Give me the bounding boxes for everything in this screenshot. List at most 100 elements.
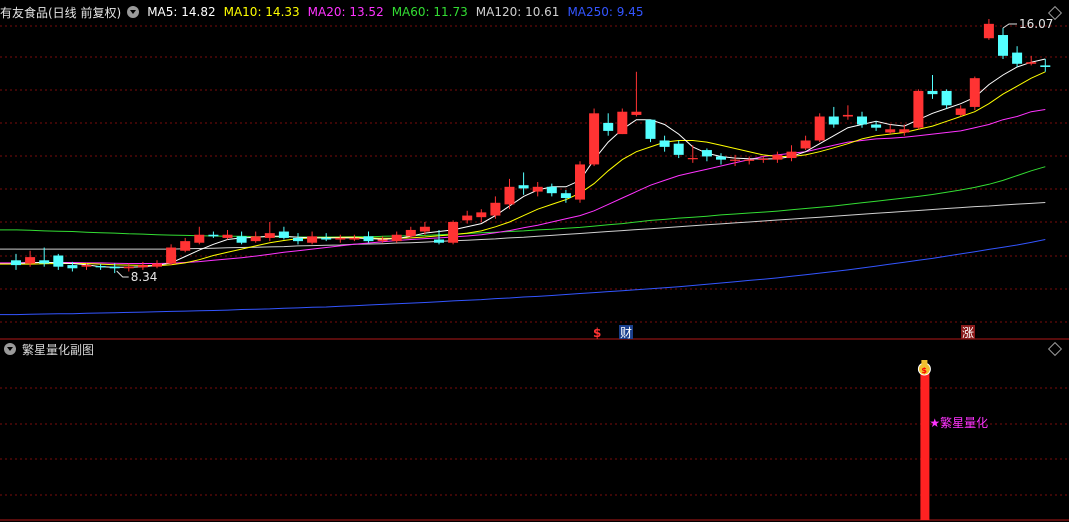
candle-body xyxy=(448,221,459,243)
candle-body xyxy=(434,239,444,243)
candle-body xyxy=(546,186,557,194)
dollar-marker: $ xyxy=(593,326,601,340)
candle-body xyxy=(264,233,275,238)
chart-stage: 16.07 8.34 $ 财 涨 $ ★繁星量化 有友食品(日线 前复权) MA5: 14.… xyxy=(0,0,1069,522)
candle-body xyxy=(321,237,332,240)
candle-body xyxy=(969,78,980,107)
money-bag-symbol: $ xyxy=(921,366,927,375)
signal-bar xyxy=(920,372,930,520)
candle-body xyxy=(391,234,402,242)
ma20-value: MA20: 13.52 xyxy=(307,5,384,19)
candle-body xyxy=(744,159,755,161)
candle-body xyxy=(363,236,374,242)
zhang-marker: 涨 xyxy=(962,325,974,340)
low-label: 8.34 xyxy=(131,270,158,284)
high-label: 16.07 xyxy=(1019,17,1053,31)
candle-body xyxy=(25,257,36,264)
candle-body xyxy=(11,260,21,266)
candle-body xyxy=(462,215,473,221)
ma60-value: MA60: 11.73 xyxy=(391,5,468,19)
candle-body xyxy=(166,247,177,264)
sub-settings-icon[interactable] xyxy=(4,343,16,355)
candle-body xyxy=(293,237,303,242)
candle-body xyxy=(631,111,642,115)
money-bag-top xyxy=(921,360,928,364)
candle-body xyxy=(645,119,656,139)
candle-body xyxy=(53,255,64,267)
candle-body xyxy=(998,35,1008,56)
candle-body xyxy=(504,186,515,205)
candle-body xyxy=(476,212,487,218)
candle-body xyxy=(758,158,769,160)
candle-body xyxy=(786,151,797,159)
candle-body xyxy=(871,124,882,128)
candle-body xyxy=(419,226,430,232)
low-pointer xyxy=(116,270,129,278)
candle-body xyxy=(800,140,811,149)
candle-body xyxy=(39,260,50,264)
ma120-value: MA120: 10.61 xyxy=(475,5,560,19)
candle-body xyxy=(152,263,162,267)
ma250-value: MA250: 9.45 xyxy=(567,5,644,19)
chart-header: 有友食品(日线 前复权) MA5: 14.82 MA10: 14.33 MA20… xyxy=(0,3,651,21)
candle-body xyxy=(716,156,726,160)
ma-line-ma20 xyxy=(15,109,1046,264)
candle-body xyxy=(701,150,712,157)
candle-body xyxy=(575,164,585,200)
candle-body xyxy=(1040,65,1051,67)
candle-body xyxy=(81,265,92,267)
candle-body xyxy=(109,266,120,269)
stock-title: 有友食品(日线 前复权) xyxy=(0,5,122,20)
candle-body xyxy=(885,129,896,133)
candle-body xyxy=(335,237,346,240)
candle-body xyxy=(278,231,289,238)
cai-marker: 财 xyxy=(620,326,632,340)
candle-body xyxy=(532,186,543,192)
candle-body xyxy=(123,266,134,269)
sub-panel-header: 繁星量化副图 xyxy=(0,341,94,357)
ma-settings-icon[interactable] xyxy=(127,6,140,18)
candle-body xyxy=(941,90,952,106)
candle-body xyxy=(589,113,600,165)
candle-body xyxy=(899,129,910,133)
candle-body xyxy=(307,236,318,243)
candle-body xyxy=(1026,62,1037,64)
candle-body xyxy=(857,116,867,125)
candle-body xyxy=(659,140,670,147)
candle-body xyxy=(603,122,614,131)
candle-body xyxy=(405,229,416,237)
candle-body xyxy=(927,90,938,95)
candle-body xyxy=(67,265,78,269)
ma10-value: MA10: 14.33 xyxy=(223,5,300,19)
candle-body xyxy=(349,237,360,240)
candle-body xyxy=(687,158,698,160)
candle-body xyxy=(137,265,148,268)
candle-body xyxy=(983,23,994,39)
candle-body xyxy=(730,159,741,161)
candle-body xyxy=(913,90,924,128)
candle-body xyxy=(955,108,966,115)
candle-body xyxy=(194,234,205,243)
candle-body xyxy=(1012,52,1023,64)
candle-body xyxy=(828,116,839,125)
ma-line-ma120 xyxy=(16,202,1046,250)
main-chart: 16.07 8.34 $ 财 涨 $ ★繁星量化 xyxy=(0,17,1069,521)
candle-body xyxy=(208,234,219,237)
candle-body xyxy=(250,236,261,242)
candle-body xyxy=(518,185,529,189)
candle-body xyxy=(560,193,571,198)
sub-panel-title: 繁星量化副图 xyxy=(22,342,95,357)
candle-body xyxy=(377,239,388,242)
candle-body xyxy=(842,114,853,117)
signal-label: ★繁星量化 xyxy=(929,415,988,430)
candle-body xyxy=(222,234,233,238)
candle-body xyxy=(673,143,684,155)
candle-body xyxy=(814,116,825,141)
candle-body xyxy=(490,202,501,216)
ma5-value: MA5: 14.82 xyxy=(147,5,216,19)
candle-body xyxy=(617,111,628,135)
candle-body xyxy=(180,241,191,251)
candle-body xyxy=(95,266,106,268)
candle-body xyxy=(772,154,783,160)
candle-body xyxy=(236,236,247,243)
